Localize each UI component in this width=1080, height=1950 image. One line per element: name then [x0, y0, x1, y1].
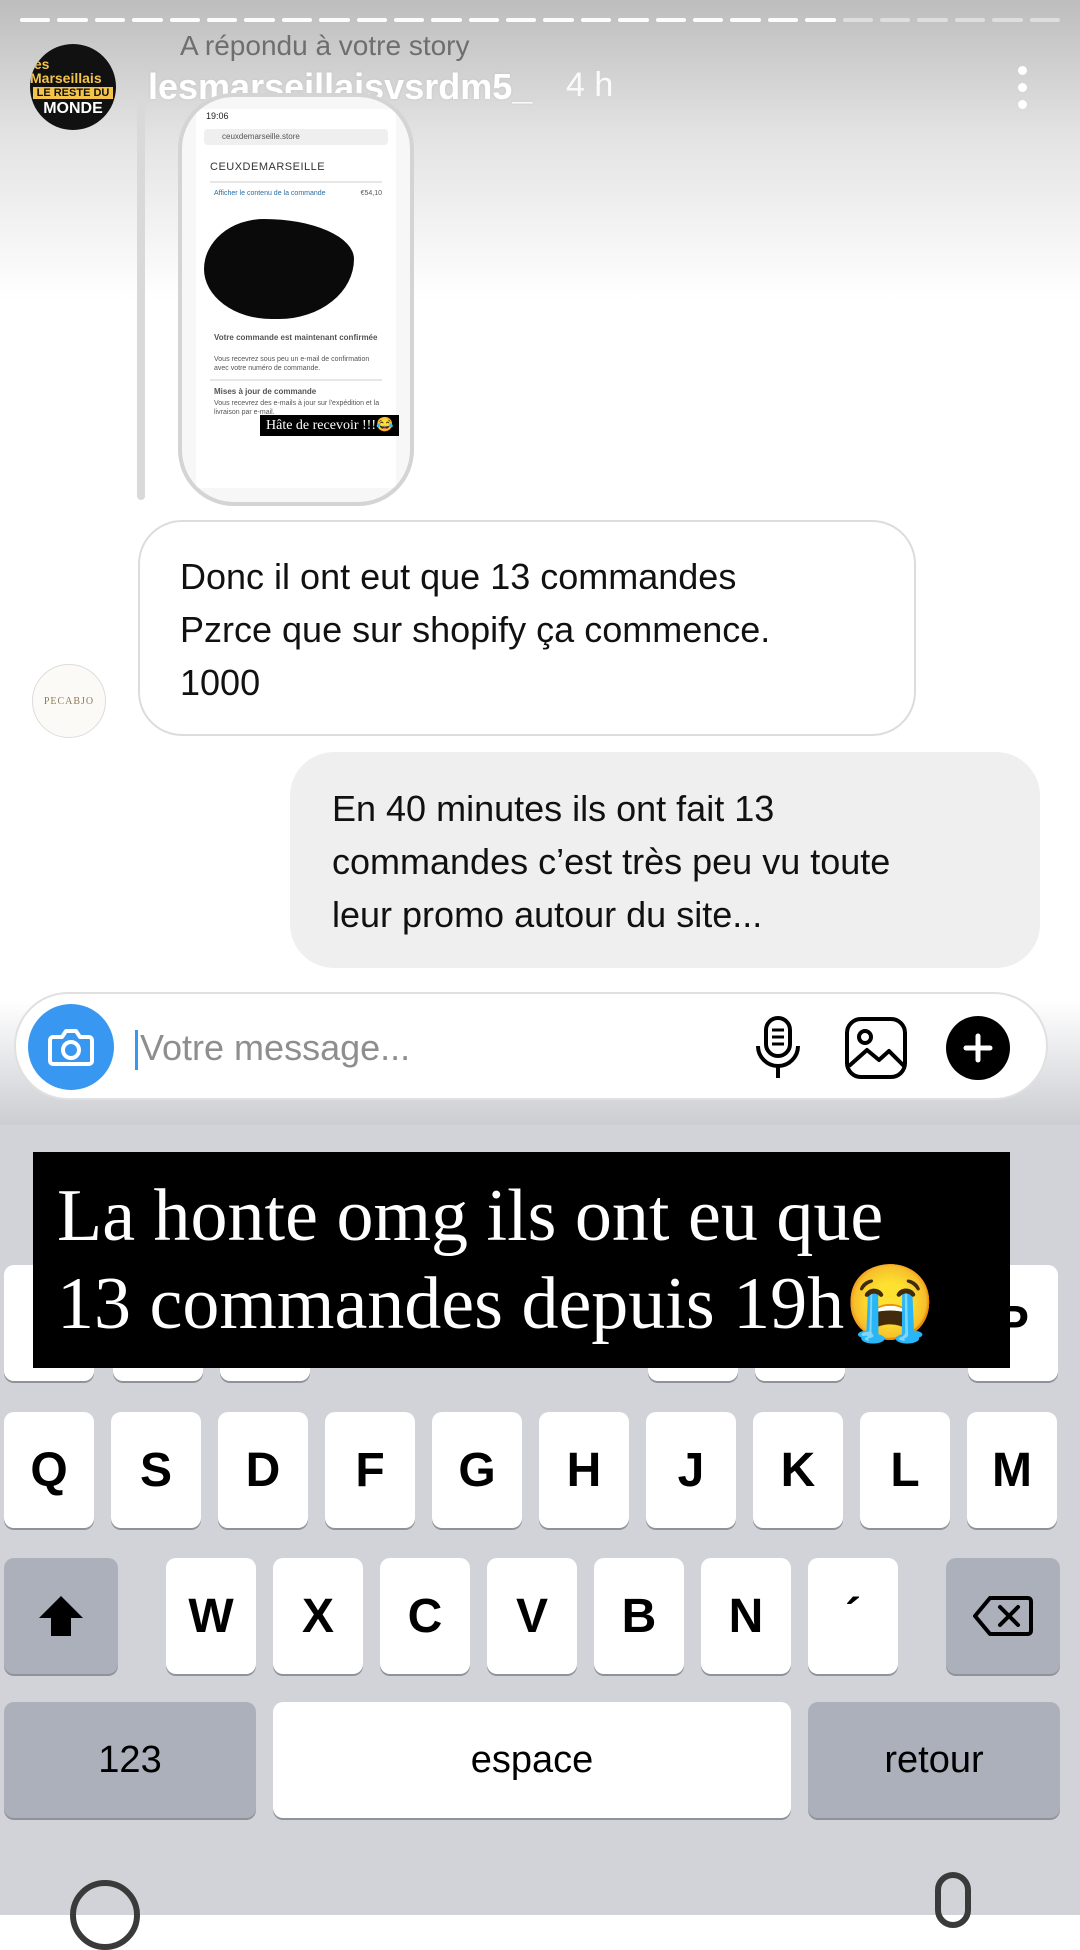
- key-accent[interactable]: ´: [808, 1558, 898, 1674]
- progress-segment: [356, 18, 387, 22]
- progress-segment: [580, 18, 612, 22]
- key-c[interactable]: C: [380, 1558, 470, 1674]
- story-confirmed-text: Vous recevrez sous peu un e-mail de conf…: [214, 356, 370, 372]
- progress-segment: [319, 18, 350, 22]
- microphone-icon: [756, 1016, 800, 1078]
- story-divider: [210, 181, 382, 183]
- key-n[interactable]: N: [701, 1558, 791, 1674]
- delete-key[interactable]: [946, 1558, 1060, 1674]
- progress-segment: [954, 18, 986, 22]
- progress-segment: [132, 18, 163, 22]
- avatar-text-line2: LE RESTE DU: [32, 87, 114, 99]
- story-progress-bar: [20, 18, 1060, 22]
- avatar[interactable]: les Marseillais LE RESTE DU MONDE: [30, 44, 116, 130]
- sender-avatar-text: PECABJO: [43, 695, 95, 707]
- progress-segment: [618, 18, 649, 22]
- progress-segment: [1029, 18, 1060, 22]
- sender-avatar[interactable]: PECABJO: [32, 664, 106, 738]
- progress-segment: [543, 18, 574, 22]
- microphone-button[interactable]: [746, 1014, 810, 1082]
- key-h[interactable]: H: [539, 1412, 629, 1528]
- progress-segment: [506, 18, 537, 22]
- progress-segment: [730, 18, 761, 22]
- key-v[interactable]: V: [487, 1558, 577, 1674]
- progress-segment: [169, 18, 200, 22]
- reply-indicator-bar: [137, 95, 145, 500]
- progress-segment: [468, 18, 500, 22]
- progress-segment: [94, 18, 126, 22]
- shift-icon: [39, 1596, 83, 1636]
- avatar-text-line1: les Marseillais: [30, 56, 102, 86]
- key-b[interactable]: B: [594, 1558, 684, 1674]
- progress-segment: [393, 18, 425, 22]
- camera-icon: [48, 1029, 94, 1066]
- progress-segment: [655, 18, 687, 22]
- key-f[interactable]: F: [325, 1412, 415, 1528]
- key-d[interactable]: D: [218, 1412, 308, 1528]
- redacted-scribble: [204, 219, 354, 319]
- story-store-name: CEUXDEMARSEILLE: [210, 161, 326, 173]
- progress-segment: [206, 18, 238, 22]
- numbers-key[interactable]: 123: [4, 1702, 256, 1818]
- key-l[interactable]: L: [860, 1412, 950, 1528]
- progress-segment: [431, 18, 462, 22]
- message-input[interactable]: [138, 1020, 582, 1076]
- story-status-time: 19:06: [206, 111, 229, 121]
- progress-segment: [281, 18, 313, 22]
- replied-story-thumbnail[interactable]: 19:06 ceuxdemarseille.store CEUXDEMARSEI…: [178, 93, 414, 506]
- key-g[interactable]: G: [432, 1412, 522, 1528]
- key-x[interactable]: X: [273, 1558, 363, 1674]
- progress-segment: [879, 18, 911, 22]
- incoming-message[interactable]: Donc il ont eut que 13 commandes Pzrce q…: [138, 520, 916, 736]
- story-url-bar: ceuxdemarseille.store: [204, 129, 388, 145]
- gallery-icon: [845, 1017, 907, 1079]
- progress-segment: [842, 18, 873, 22]
- post-time: 4 h: [566, 66, 614, 104]
- outgoing-message[interactable]: En 40 minutes ils ont fait 13 commandes …: [290, 752, 1040, 968]
- progress-segment: [693, 18, 724, 22]
- dictation-icon[interactable]: [935, 1872, 971, 1928]
- story-screenshot: 19:06 ceuxdemarseille.store CEUXDEMARSEI…: [196, 109, 400, 488]
- more-options-icon[interactable]: [1018, 66, 1028, 109]
- backspace-icon: [973, 1596, 1033, 1636]
- replied-to-story-label: A répondu à votre story: [180, 30, 470, 61]
- key-q[interactable]: Q: [4, 1412, 94, 1528]
- key-s[interactable]: S: [111, 1412, 201, 1528]
- story-divider: [210, 379, 382, 381]
- avatar-text-line3: MONDE: [43, 100, 103, 117]
- progress-segment: [805, 18, 836, 22]
- key-k[interactable]: K: [753, 1412, 843, 1528]
- progress-segment: [992, 18, 1023, 22]
- story-caption-overlay: La honte omg ils ont eu que 13 commandes…: [33, 1152, 1010, 1368]
- message-composer: [14, 992, 1048, 1100]
- story-confirmed-title: Votre commande est maintenant confirmée: [214, 333, 378, 342]
- space-key[interactable]: espace: [273, 1702, 791, 1818]
- return-key[interactable]: retour: [808, 1702, 1060, 1818]
- key-m[interactable]: M: [967, 1412, 1057, 1528]
- progress-segment: [20, 18, 51, 22]
- plus-icon: [963, 1033, 993, 1063]
- shift-key[interactable]: [4, 1558, 118, 1674]
- progress-segment: [57, 18, 88, 22]
- key-w[interactable]: W: [166, 1558, 256, 1674]
- camera-button[interactable]: [28, 1004, 114, 1090]
- story-caption: Hâte de recevoir !!!😂: [260, 415, 400, 436]
- progress-segment: [767, 18, 799, 22]
- plus-button[interactable]: [946, 1016, 1010, 1080]
- story-order-summary: Afficher le contenu de la commande: [214, 190, 326, 197]
- emoji-icon[interactable]: [70, 1880, 140, 1950]
- key-j[interactable]: J: [646, 1412, 736, 1528]
- progress-segment: [917, 18, 948, 22]
- progress-segment: [244, 18, 275, 22]
- story-updates-title: Mises à jour de commande: [214, 387, 317, 396]
- story-order-total: €54,10: [360, 190, 382, 197]
- gallery-button[interactable]: [842, 1014, 910, 1082]
